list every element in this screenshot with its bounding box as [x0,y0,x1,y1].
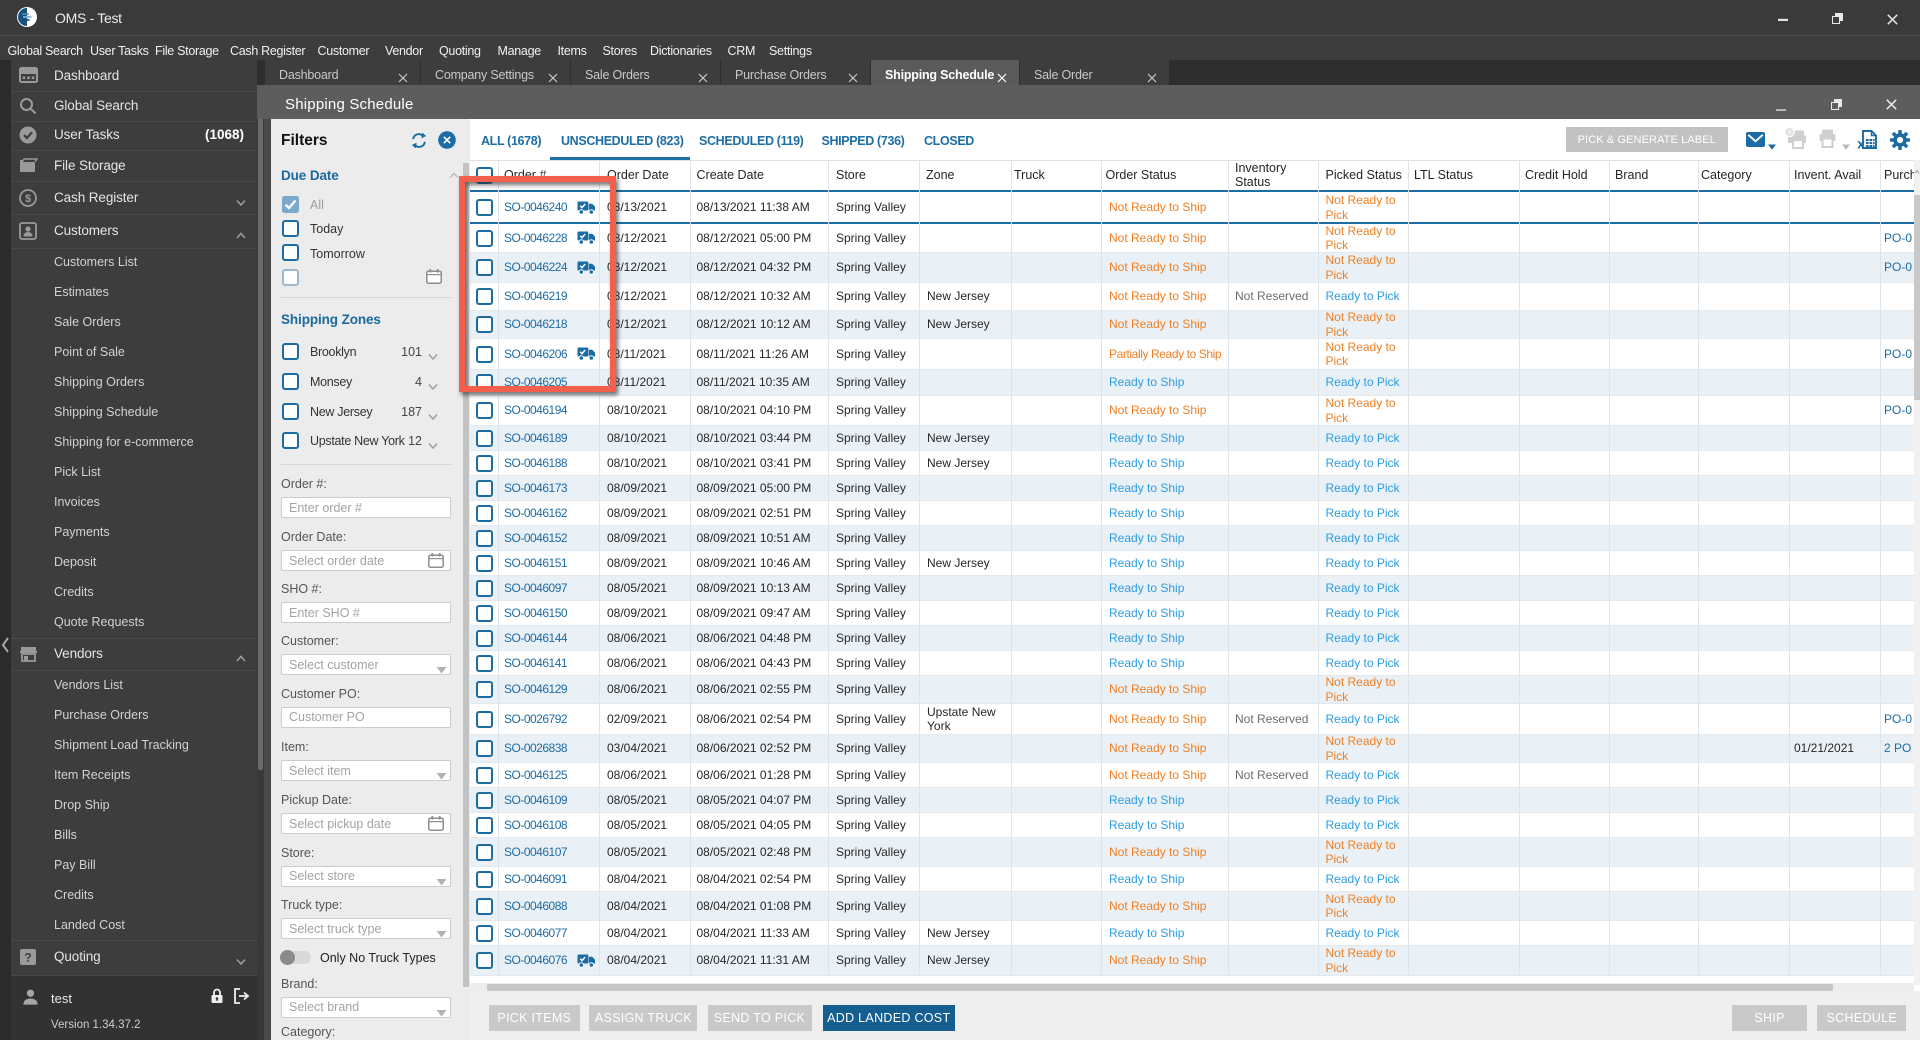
svg-text:$: $ [25,193,31,205]
svg-text:?: ? [24,951,31,965]
svg-text:x: x [1857,137,1865,150]
